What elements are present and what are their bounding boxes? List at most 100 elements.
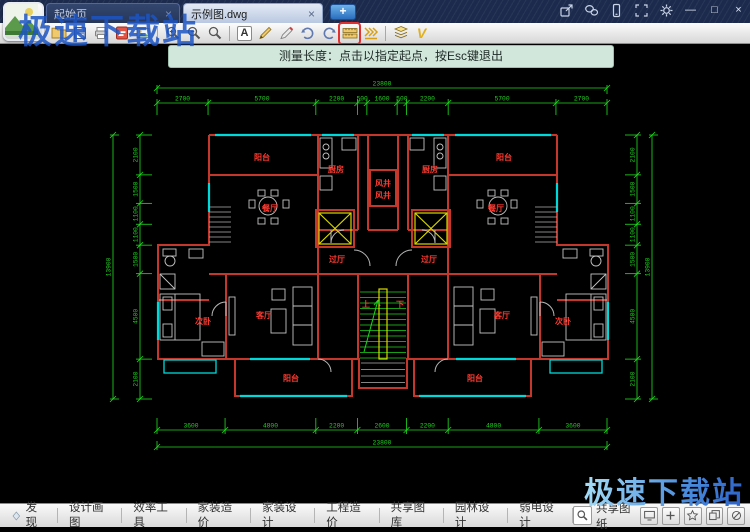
svg-text:阳台: 阳台	[467, 373, 483, 383]
tab-strip: 起始页 × 示例图.dwg × +	[46, 0, 356, 23]
undo-button[interactable]	[298, 24, 317, 43]
svg-text:阳台: 阳台	[254, 152, 270, 162]
entry-steps	[361, 363, 405, 383]
print-button[interactable]	[91, 24, 110, 43]
svg-text:4800: 4800	[486, 423, 501, 430]
svg-text:上: 上	[362, 299, 370, 309]
doors-layer	[212, 230, 344, 372]
stair-stringer	[379, 289, 387, 359]
toolbar-separator	[385, 26, 386, 41]
svg-text:2100: 2100	[630, 147, 637, 162]
svg-text:1500: 1500	[630, 252, 637, 267]
svg-text:1500: 1500	[133, 181, 140, 196]
tab-drawing-file[interactable]: 示例图.dwg ×	[183, 3, 323, 23]
close-button[interactable]: ×	[731, 3, 746, 18]
statusbar-item-engineering-cost[interactable]: 工程造价	[315, 508, 379, 523]
svg-text:3600: 3600	[565, 423, 580, 430]
svg-text:餐厅: 餐厅	[261, 203, 278, 213]
svg-text:过厅: 过厅	[329, 254, 345, 264]
svg-text:阳台: 阳台	[283, 373, 299, 383]
measure-prompt-bar: 测量长度：点击以指定起点，按Esc键退出	[168, 45, 614, 68]
statusbar-item-landscape-design[interactable]: 园林设计	[444, 508, 508, 523]
open-button[interactable]	[49, 24, 68, 43]
svg-text:1100: 1100	[630, 206, 637, 221]
walls-layer	[158, 135, 384, 396]
tab-close-icon[interactable]: ×	[308, 9, 315, 19]
svg-text:2100: 2100	[133, 371, 140, 386]
floor-plan-left-unit	[158, 135, 384, 396]
svg-text:1500: 1500	[133, 252, 140, 267]
vip-v-icon: V	[417, 25, 426, 41]
wechat-icon[interactable]	[583, 3, 599, 18]
svg-text:4500: 4500	[133, 309, 140, 324]
statusbar-item-shared-library[interactable]: 共享图库	[380, 508, 444, 523]
svg-text:2100: 2100	[630, 371, 637, 386]
svg-text:厨房: 厨房	[422, 164, 438, 174]
maximize-button[interactable]: □	[707, 3, 722, 18]
svg-text:500: 500	[356, 96, 368, 103]
minimize-button[interactable]: —	[683, 3, 698, 18]
measure-prompt-text: 测量长度：点击以指定起点，按Esc键退出	[279, 49, 503, 63]
svg-text:23800: 23800	[373, 81, 392, 88]
vip-button[interactable]: V	[412, 24, 431, 43]
statusbar-item-efficiency-tools[interactable]: 效率工具	[122, 508, 186, 523]
titlebar-actions: — □ ×	[558, 3, 746, 18]
app-window: 起始页 × 示例图.dwg × +	[0, 0, 750, 527]
text-a-icon: A	[237, 26, 253, 41]
app-logo[interactable]	[3, 2, 44, 41]
export-image-button[interactable]	[133, 24, 152, 43]
central-core	[354, 170, 412, 383]
unit-stair-steps	[209, 207, 231, 242]
statusbar-item-design-draw[interactable]: 设计画图	[58, 508, 122, 523]
tab-start-page[interactable]: 起始页 ×	[46, 3, 180, 23]
watermark-bottom-right: 极速下载站	[584, 468, 744, 512]
svg-text:5700: 5700	[254, 96, 269, 103]
drawing-canvas[interactable]: 2380027005700220050016005002200570027003…	[0, 44, 750, 503]
marker-annotate-button[interactable]	[277, 24, 296, 43]
svg-text:客厅: 客厅	[493, 310, 510, 320]
text-annotate-button[interactable]: A	[235, 24, 254, 43]
toolbar-separator	[229, 26, 230, 41]
svg-text:风井: 风井	[375, 178, 391, 188]
pencil-annotate-button[interactable]	[256, 24, 275, 43]
settings-gear-icon[interactable]	[658, 3, 674, 18]
fullscreen-icon[interactable]	[633, 3, 649, 18]
svg-text:1100: 1100	[630, 227, 637, 242]
svg-text:1600: 1600	[374, 96, 389, 103]
mobile-icon[interactable]	[608, 3, 624, 18]
measure-length-button[interactable]	[340, 24, 359, 43]
svg-text:下: 下	[396, 300, 404, 309]
zoom-in-button[interactable]	[163, 24, 182, 43]
save-button[interactable]	[70, 24, 89, 43]
tab-drawing-file-label: 示例图.dwg	[191, 6, 247, 22]
statusbar-item-home-design[interactable]: 家装设计	[251, 508, 315, 523]
svg-text:4500: 4500	[630, 309, 637, 324]
layers-button[interactable]	[391, 24, 410, 43]
svg-text:13900: 13900	[645, 257, 652, 276]
new-tab-button[interactable]: +	[330, 4, 356, 20]
svg-text:2700: 2700	[175, 96, 190, 103]
app-logo-icon	[5, 4, 38, 35]
redo-button[interactable]	[319, 24, 338, 43]
svg-text:2100: 2100	[133, 147, 140, 162]
share-icon[interactable]	[558, 3, 574, 18]
svg-text:1100: 1100	[133, 206, 140, 221]
svg-text:次卧: 次卧	[555, 316, 571, 326]
svg-text:餐厅: 餐厅	[487, 203, 504, 213]
floor-plan-svg: 2380027005700220050016005002200570027003…	[0, 44, 750, 503]
floor-plan-right-unit	[382, 135, 608, 396]
svg-text:2200: 2200	[329, 423, 344, 430]
room-labels: 阳台阳台厨房厨房餐厅餐厅过厅过厅客厅客厅次卧次卧阳台阳台风井风井上下	[195, 152, 571, 383]
tab-close-icon[interactable]: ×	[165, 9, 172, 19]
statusbar-item-discover[interactable]: 发现	[0, 508, 58, 523]
zoom-extents-button[interactable]	[205, 24, 224, 43]
svg-text:风井: 风井	[375, 190, 391, 200]
measure-continuous-button[interactable]	[361, 24, 380, 43]
export-pdf-button[interactable]	[112, 24, 131, 43]
statusbar-item-home-cost[interactable]: 家装造价	[187, 508, 251, 523]
svg-text:2200: 2200	[420, 423, 435, 430]
flower-box	[164, 360, 216, 373]
zoom-out-button[interactable]	[184, 24, 203, 43]
svg-text:客厅: 客厅	[255, 310, 272, 320]
statusbar-item-elv-design[interactable]: 弱电设计	[508, 508, 572, 523]
